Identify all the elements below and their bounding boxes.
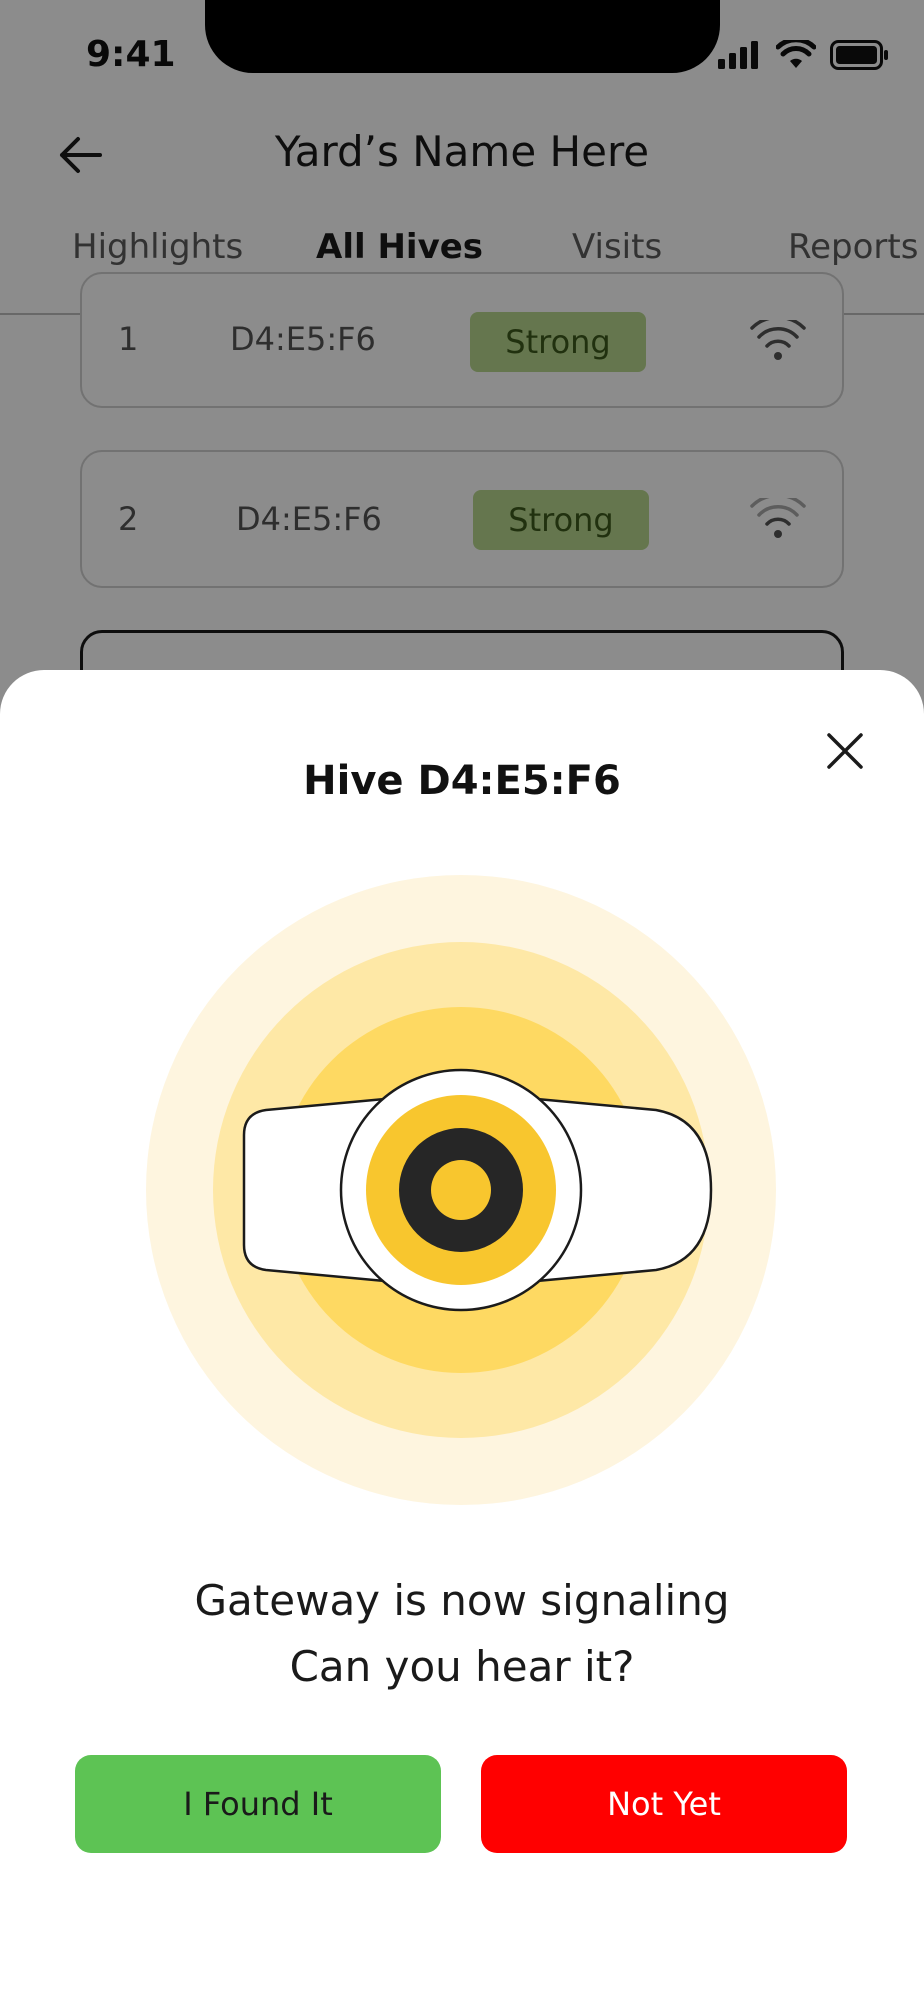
gateway-device-lens-center — [431, 1160, 491, 1220]
not-yet-button[interactable]: Not Yet — [481, 1755, 847, 1853]
signal-message: Gateway is now signaling Can you hear it… — [0, 1568, 924, 1700]
gateway-signal-illustration — [146, 875, 776, 1505]
sheet-title: Hive D4:E5:F6 — [303, 758, 621, 804]
signal-message-line-1: Gateway is now signaling — [194, 1576, 730, 1625]
found-it-button[interactable]: I Found It — [75, 1755, 441, 1853]
gateway-signal-sheet: Hive D4:E5:F6 Gateway is now signaling C… — [0, 670, 924, 2000]
signal-message-line-2: Can you hear it? — [289, 1642, 635, 1691]
